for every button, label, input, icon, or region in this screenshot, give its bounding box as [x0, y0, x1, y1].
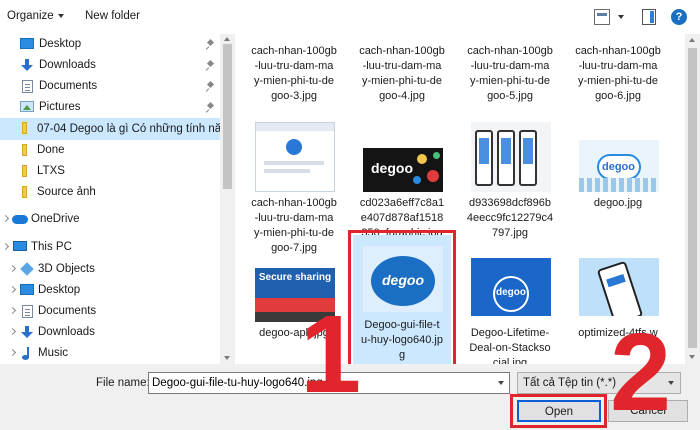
- view-options-icon[interactable]: [594, 9, 610, 25]
- nav-item-label: Music: [38, 347, 69, 359]
- download-icon: [21, 59, 33, 72]
- chevron-down-icon[interactable]: [618, 15, 624, 19]
- nav-item-label: Desktop: [39, 38, 82, 50]
- folder-icon: [22, 186, 27, 198]
- nav-item-done[interactable]: Done: [0, 140, 220, 161]
- desktop-icon: [20, 38, 34, 49]
- nav-item-label: Documents: [39, 80, 98, 92]
- nav-item-onedrive[interactable]: OneDrive: [0, 209, 220, 230]
- nav-item-desktop[interactable]: Desktop: [0, 34, 220, 55]
- file-name: Degoo-Lifetime- Deal-on-Stackso cial.jpg: [469, 327, 551, 364]
- nav-item-music[interactable]: Music: [0, 343, 220, 364]
- nav-item-label: Desktop: [38, 284, 81, 296]
- pin-icon[interactable]: [207, 40, 214, 49]
- nav-item-downloads[interactable]: Downloads: [0, 55, 220, 76]
- chevron-right-icon[interactable]: [1, 242, 10, 251]
- chevron-right-icon[interactable]: [8, 348, 17, 357]
- chevron-right-icon[interactable]: [8, 306, 17, 315]
- folder-icon: [22, 165, 27, 177]
- nav-item-pictures[interactable]: Pictures: [0, 97, 220, 118]
- highlight-annotation-box: [348, 230, 456, 364]
- chevron-down-icon: [57, 13, 64, 18]
- nav-item-source-anh[interactable]: Source ảnh: [0, 182, 220, 203]
- step-number-annotation: 2: [610, 311, 672, 430]
- nav-scrollbar-thumb[interactable]: [223, 44, 232, 189]
- nav-item-downloads-pc[interactable]: Downloads: [0, 322, 220, 343]
- scroll-up-icon[interactable]: [689, 38, 695, 42]
- pin-icon[interactable]: [207, 103, 214, 112]
- file-thumbnail: degoo: [363, 148, 443, 192]
- highlight-annotation-box: [510, 394, 607, 428]
- folder-icon: [22, 122, 27, 134]
- nav-item-this-pc[interactable]: This PC: [0, 237, 220, 258]
- file-thumbnail: degoo: [471, 258, 551, 316]
- chevron-right-icon[interactable]: [8, 285, 17, 294]
- file-name: cach-nhan-100gb -luu-tru-dam-ma y-mien-phi…: [251, 197, 337, 254]
- file-name: cach-nhan-100gb -luu-tru-dam-ma y-mien-phi…: [251, 45, 337, 102]
- scroll-down-icon[interactable]: [224, 356, 230, 360]
- step-number-annotation: 1: [300, 293, 362, 416]
- download-icon: [21, 326, 33, 339]
- navigation-pane: Desktop Downloads Documents Pictures 07-…: [0, 34, 220, 364]
- pin-icon[interactable]: [207, 61, 214, 70]
- scroll-down-icon[interactable]: [689, 355, 695, 359]
- organize-button[interactable]: Organize: [7, 10, 64, 22]
- chevron-right-icon[interactable]: [8, 327, 17, 336]
- toolbar: Organize New folder ?: [0, 0, 700, 34]
- file-thumbnail: degoo: [579, 140, 659, 192]
- file-thumbnail: [255, 122, 335, 192]
- chevron-right-icon[interactable]: [8, 264, 17, 273]
- preview-pane-icon[interactable]: [642, 9, 656, 25]
- chevron-down-icon[interactable]: [498, 381, 504, 385]
- nav-item-label: LTXS: [37, 165, 65, 177]
- nav-item-label: Downloads: [39, 59, 96, 71]
- desktop-icon: [20, 284, 34, 295]
- onedrive-icon: [12, 215, 28, 224]
- music-icon: [22, 347, 32, 360]
- chevron-right-icon[interactable]: [1, 214, 10, 223]
- nav-item-documents-pc[interactable]: Documents: [0, 301, 220, 322]
- pin-icon[interactable]: [207, 82, 214, 91]
- nav-item-label: Downloads: [38, 326, 95, 338]
- pictures-icon: [20, 101, 34, 112]
- file-name-label: File name:: [96, 377, 150, 389]
- scroll-up-icon[interactable]: [224, 37, 230, 41]
- file-name: cach-nhan-100gb -luu-tru-dam-ma y-mien-phi…: [575, 45, 661, 102]
- file-list-scrollbar-thumb[interactable]: [688, 48, 697, 348]
- nav-item-label: 07-04 Degoo là gì Có những tính năng: [37, 123, 220, 135]
- document-icon: [22, 80, 33, 93]
- nav-item-label: Documents: [38, 305, 97, 317]
- nav-item-label: Source ảnh: [37, 186, 96, 198]
- nav-item-label: Pictures: [39, 101, 81, 113]
- nav-item-label: 3D Objects: [38, 263, 95, 275]
- nav-item-desktop-pc[interactable]: Desktop: [0, 280, 220, 301]
- nav-item-label: Done: [37, 144, 65, 156]
- file-name: cach-nhan-100gb -luu-tru-dam-ma y-mien-phi…: [359, 45, 445, 102]
- computer-icon: [13, 241, 27, 251]
- file-thumbnail: [579, 258, 659, 316]
- nav-item-3d-objects[interactable]: 3D Objects: [0, 259, 220, 280]
- document-icon: [22, 305, 33, 318]
- new-folder-button[interactable]: New folder: [85, 10, 140, 22]
- nav-item-documents[interactable]: Documents: [0, 76, 220, 97]
- file-thumbnail: [471, 122, 551, 192]
- nav-item-label: This PC: [31, 241, 72, 253]
- folder-icon: [22, 144, 27, 156]
- help-icon[interactable]: ?: [671, 9, 687, 25]
- organize-label: Organize: [7, 10, 54, 22]
- file-name: cach-nhan-100gb -luu-tru-dam-ma y-mien-phi…: [467, 45, 553, 102]
- file-name: degoo.jpg: [593, 197, 643, 209]
- nav-item-current-folder[interactable]: 07-04 Degoo là gì Có những tính năng: [0, 118, 220, 140]
- nav-item-label: OneDrive: [31, 213, 80, 225]
- nav-item-ltxs[interactable]: LTXS: [0, 161, 220, 182]
- cube-icon: [20, 262, 34, 276]
- file-name: d933698dcf896b 4eecc9fc12279c4 797.jpg: [466, 197, 554, 239]
